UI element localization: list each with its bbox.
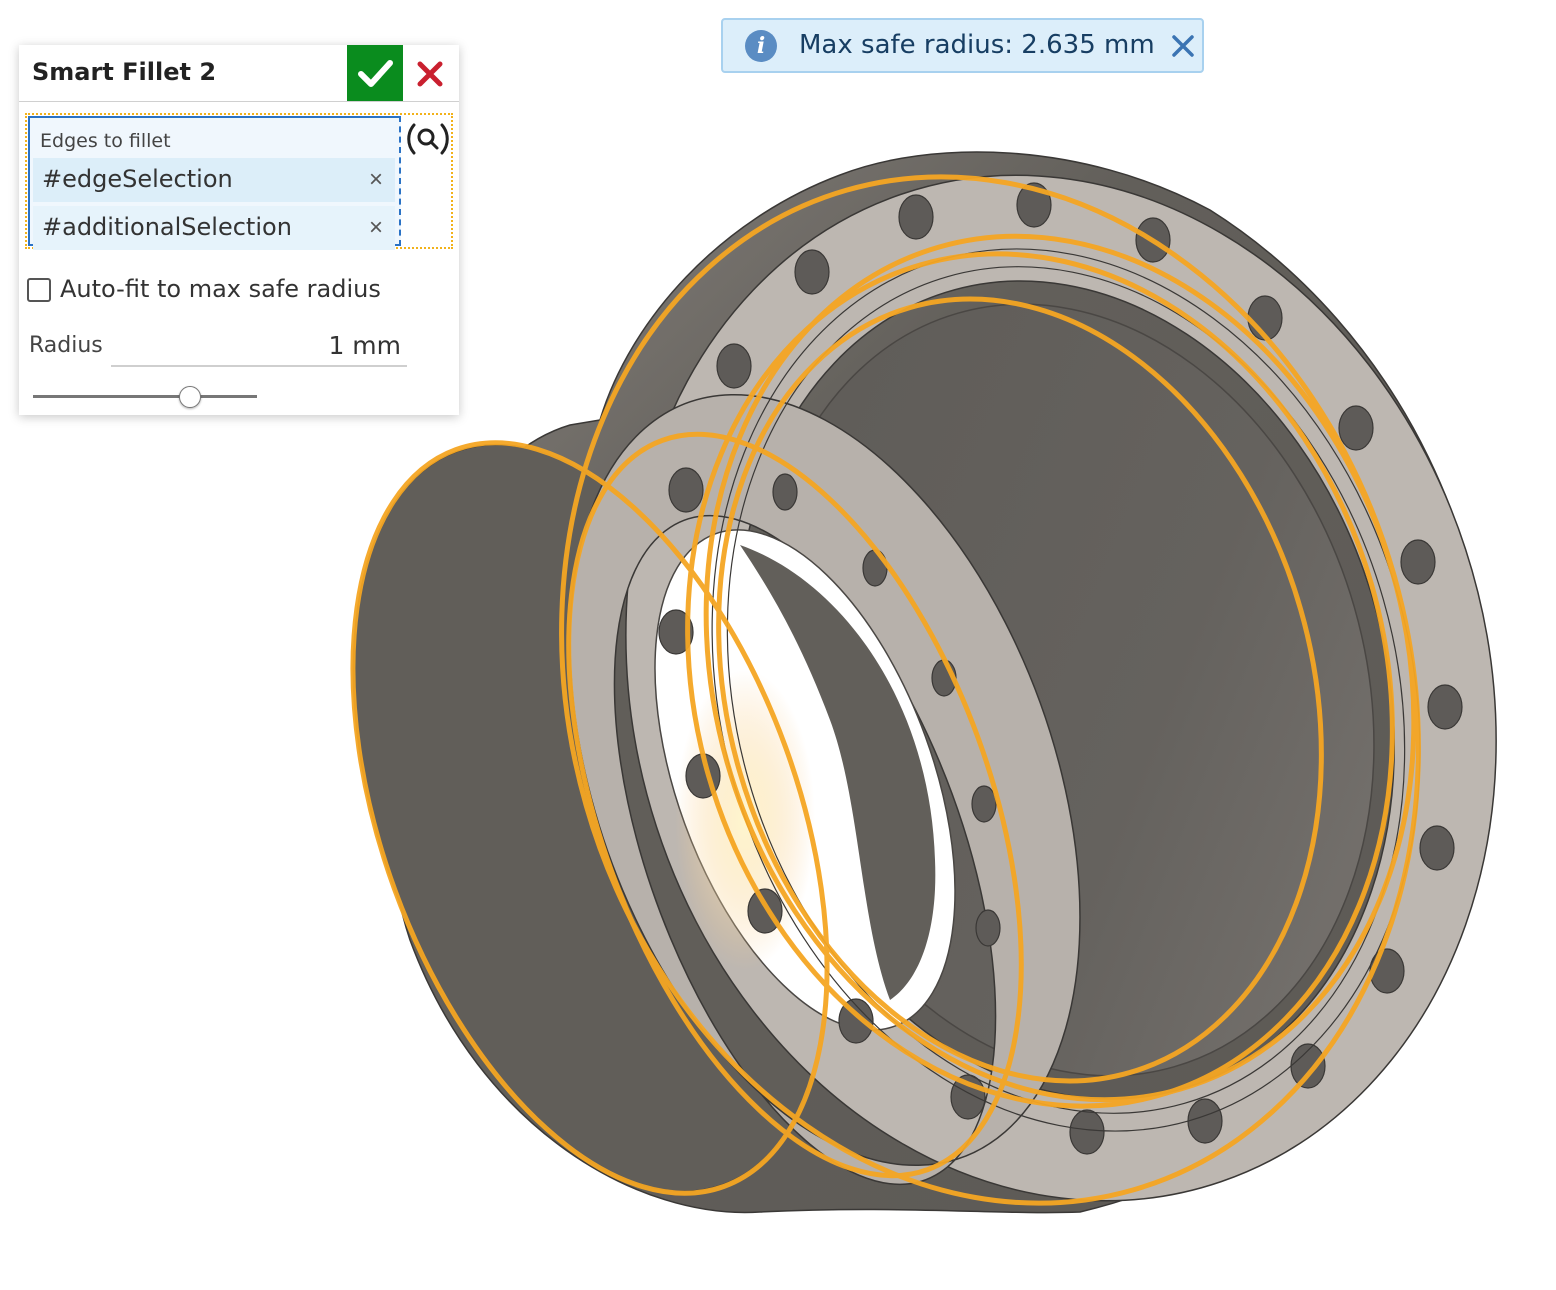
- radius-label: Radius: [29, 333, 103, 358]
- edges-selection-box[interactable]: Edges to fillet #edgeSelection × #additi…: [28, 116, 401, 250]
- selection-area: Edges to fillet #edgeSelection × #additi…: [25, 113, 453, 250]
- remove-selection-button[interactable]: ×: [369, 166, 383, 194]
- smart-fillet-dialog: Smart Fillet 2 Edges to fillet #edgeSele…: [19, 45, 459, 415]
- radius-value: 1 mm: [328, 331, 401, 360]
- search-icon: [407, 123, 449, 155]
- accept-button[interactable]: [347, 45, 403, 101]
- auto-fit-checkbox[interactable]: [27, 278, 51, 302]
- cancel-button[interactable]: [411, 55, 449, 93]
- auto-fit-label: Auto-fit to max safe radius: [60, 275, 381, 303]
- selection-label: Edges to fillet: [40, 130, 171, 152]
- dialog-header: Smart Fillet 2: [19, 45, 459, 102]
- close-icon: [1172, 35, 1194, 57]
- slider-thumb[interactable]: [178, 386, 201, 408]
- remove-selection-button[interactable]: ×: [369, 214, 383, 242]
- selection-item[interactable]: #edgeSelection ×: [33, 158, 395, 202]
- selection-item-label: #additionalSelection: [42, 213, 292, 241]
- selection-item-label: #edgeSelection: [42, 165, 233, 193]
- toast-close-button[interactable]: [1169, 32, 1197, 60]
- checkmark-icon: [358, 60, 393, 87]
- find-selection-button[interactable]: [405, 121, 451, 157]
- info-toast: i Max safe radius: 2.635 mm: [721, 18, 1204, 73]
- info-icon: i: [745, 30, 777, 62]
- toast-message: Max safe radius: 2.635 mm: [799, 30, 1155, 60]
- selection-item[interactable]: #additionalSelection ×: [33, 206, 395, 250]
- dialog-title: Smart Fillet 2: [32, 58, 217, 86]
- slider-track: [33, 395, 257, 398]
- close-icon: [417, 61, 443, 87]
- radius-slider[interactable]: [33, 385, 257, 409]
- radius-input[interactable]: 1 mm: [111, 327, 407, 367]
